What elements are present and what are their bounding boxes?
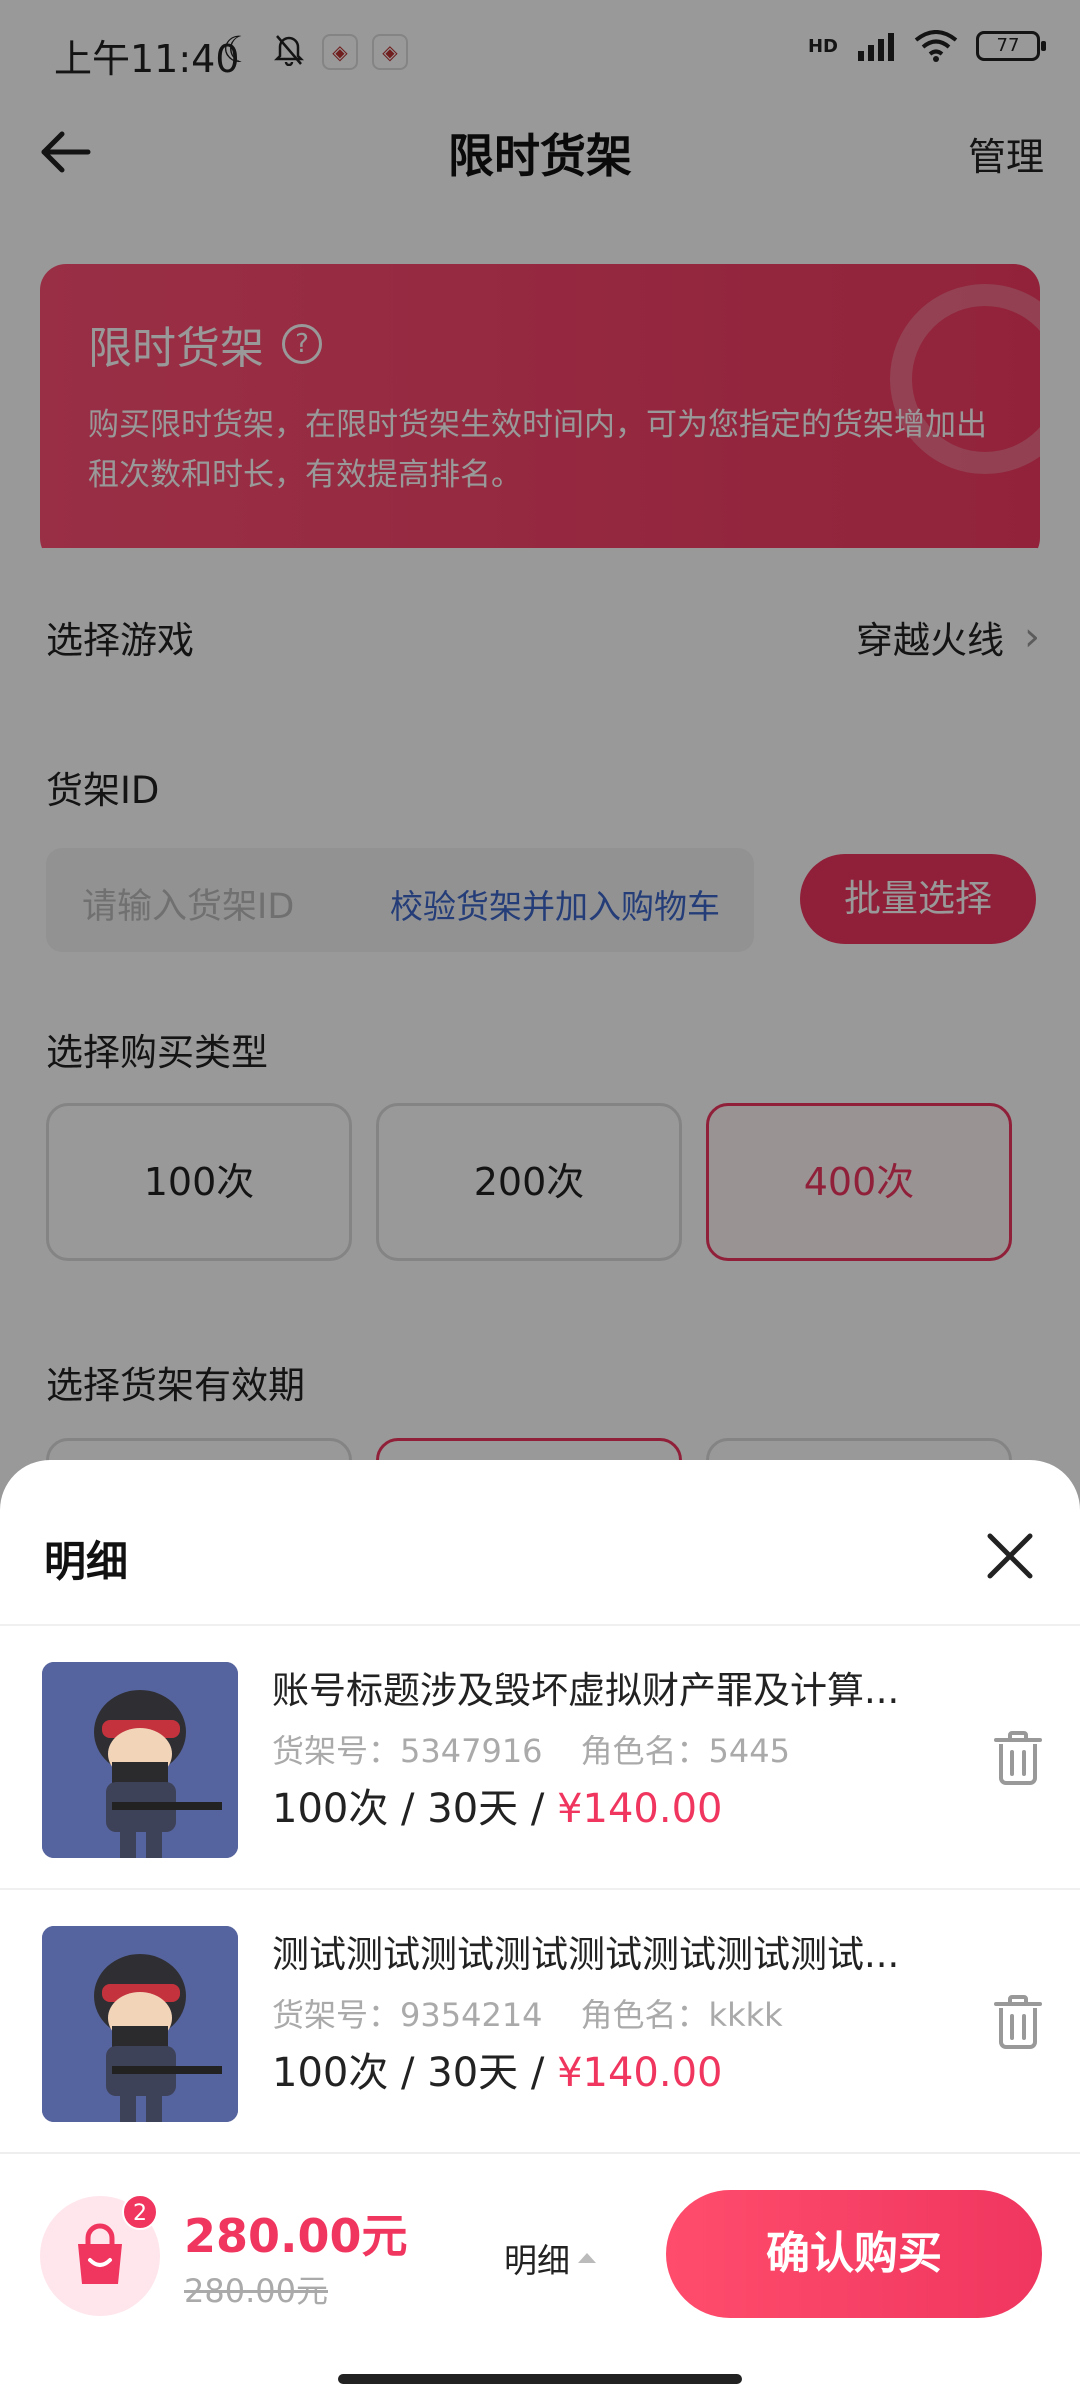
item-title: 测试测试测试测试测试测试测试测试... xyxy=(272,1933,900,1976)
shelf-no-value: 5347916 xyxy=(400,1732,543,1770)
item-title: 账号标题涉及毁坏虚拟财产罪及计算... xyxy=(272,1669,900,1712)
original-price: 280.00元 xyxy=(184,2272,328,2310)
role-value: kkkk xyxy=(708,1996,783,2034)
list-item: 测试测试测试测试测试测试测试测试... 货架号：9354214 角色名：kkkk … xyxy=(0,1890,1080,2154)
close-icon[interactable] xyxy=(984,1530,1036,1582)
shelf-no-label: 货架号： xyxy=(272,1732,401,1770)
role-value: 5445 xyxy=(708,1732,790,1770)
character-thumbnail xyxy=(42,1926,238,2122)
divider xyxy=(0,2152,1080,2154)
list-item: 账号标题涉及毁坏虚拟财产罪及计算... 货架号：5347916 角色名：5445 … xyxy=(0,1626,1080,1890)
confirm-purchase-button[interactable]: 确认购买 xyxy=(666,2190,1042,2318)
role-label: 角色名： xyxy=(580,1732,709,1770)
detail-toggle[interactable]: 明细 xyxy=(504,2234,596,2282)
cart-count-badge: 2 xyxy=(122,2194,158,2230)
role-label: 角色名： xyxy=(580,1996,709,2034)
item-meta: 货架号：9354214 角色名：kkkk xyxy=(272,1990,783,2036)
sheet-title: 明细 xyxy=(44,1537,129,1586)
shelf-no-value: 9354214 xyxy=(400,1996,543,2034)
item-meta: 货架号：5347916 角色名：5445 xyxy=(272,1726,790,1772)
home-indicator[interactable] xyxy=(338,2374,742,2384)
shelf-no-label: 货架号： xyxy=(272,1996,401,2034)
item-price: ¥140.00 xyxy=(557,1786,723,1832)
item-spec-price: 100次 / 30天 / ¥140.00 xyxy=(272,2040,722,2098)
caret-up-icon xyxy=(578,2253,596,2263)
item-spec: 100次 / 30天 / xyxy=(272,2050,558,2096)
item-price: ¥140.00 xyxy=(557,2050,723,2096)
trash-icon[interactable] xyxy=(992,1994,1044,2050)
total-price: 280.00元 xyxy=(184,2209,408,2263)
item-spec-price: 100次 / 30天 / ¥140.00 xyxy=(272,1776,722,1834)
character-thumbnail xyxy=(42,1662,238,1858)
detail-toggle-label: 明细 xyxy=(504,2241,570,2280)
item-spec: 100次 / 30天 / xyxy=(272,1786,558,1832)
trash-icon[interactable] xyxy=(992,1730,1044,1786)
